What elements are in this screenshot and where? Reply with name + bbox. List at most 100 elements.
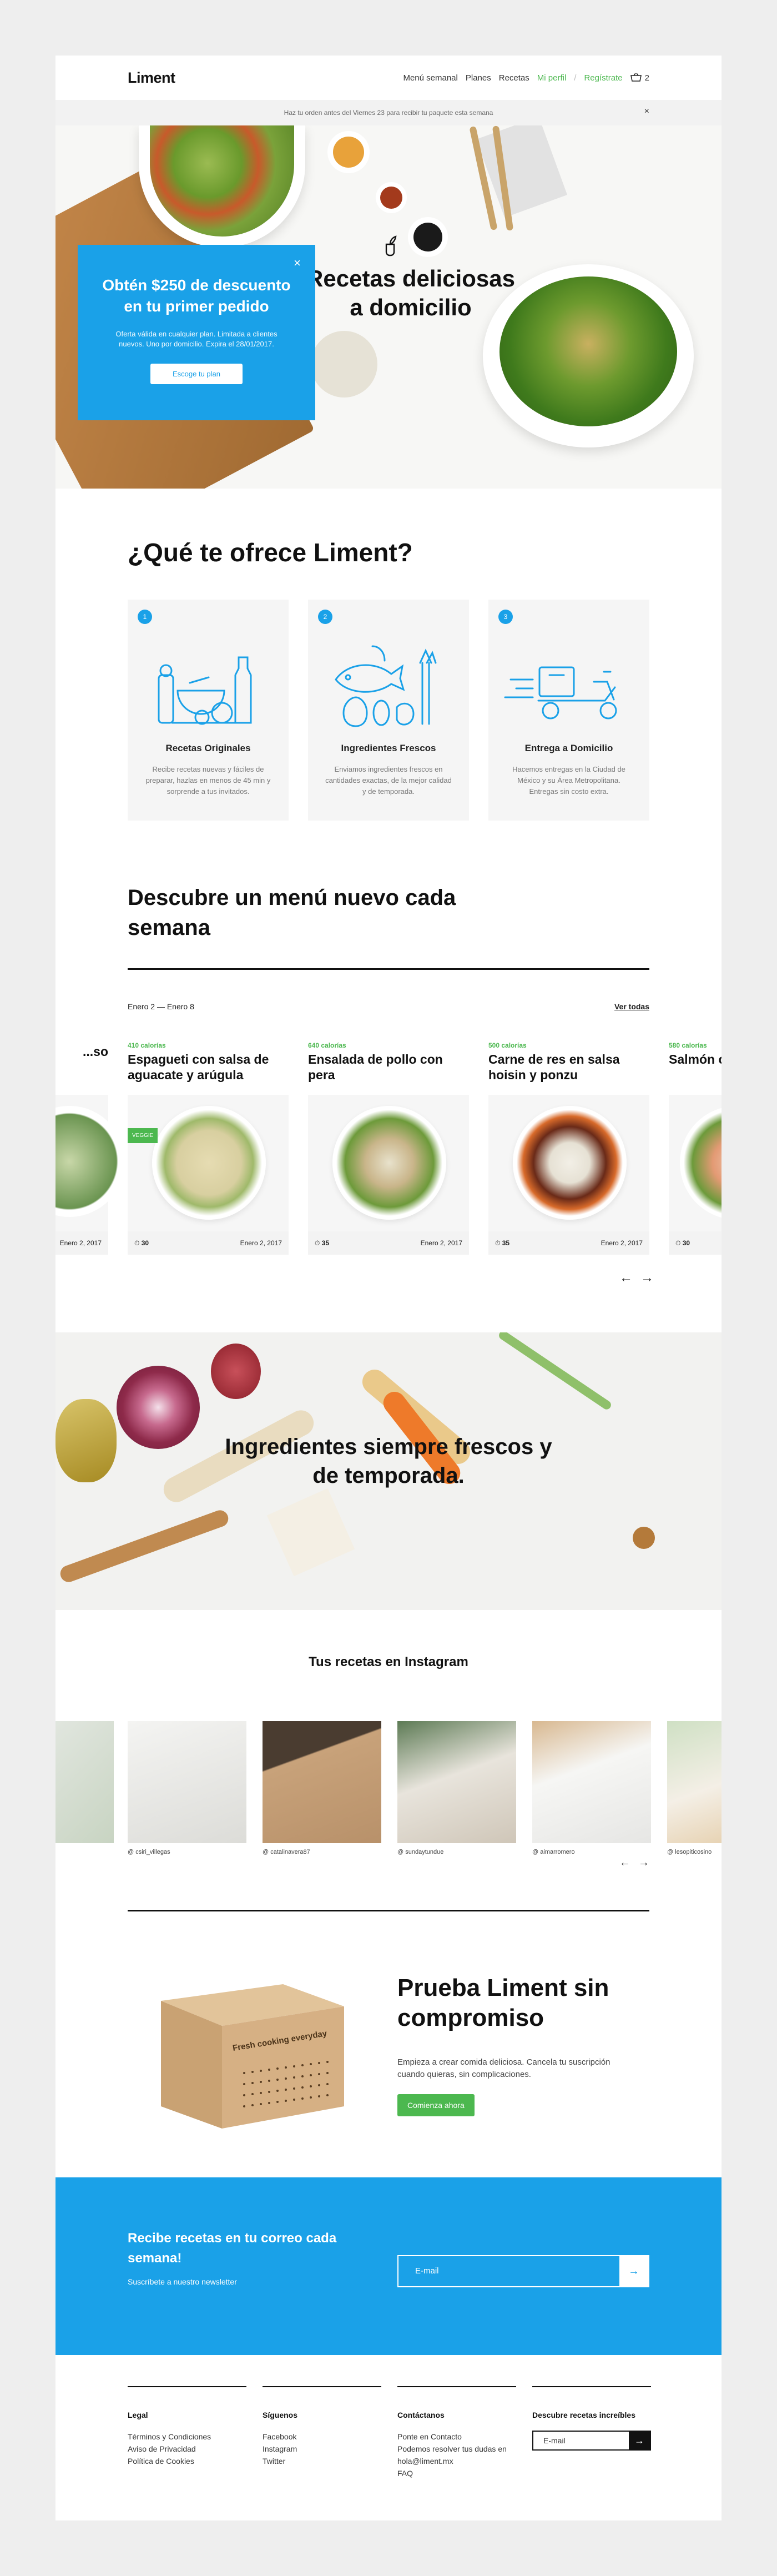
- page: Liment Menú semanal Planes Recetas Mi pe…: [56, 56, 722, 2520]
- recipe-footer: ⏱ 30 Enero 2, 2017: [128, 1231, 289, 1255]
- footer-link[interactable]: Política de Cookies: [128, 2455, 246, 2467]
- cart-icon: [630, 73, 642, 82]
- wooden-spoon-image: [58, 1508, 231, 1584]
- nav-profile[interactable]: Mi perfil: [537, 73, 567, 83]
- footer-link[interactable]: Instagram: [263, 2443, 381, 2455]
- footer-link[interactable]: Aviso de Privacidad: [128, 2443, 246, 2455]
- promo-title: Obtén $250 de descuento en tu primer ped…: [102, 276, 291, 315]
- newsletter-section: Recibe recetas en tu correo cada semana!…: [56, 2177, 722, 2355]
- recipe-footer: ⏱ 30: [669, 1231, 722, 1255]
- instagram-next-button[interactable]: →: [638, 1856, 649, 1869]
- menu-title: Descubre un menú nuevo cada semana: [128, 886, 456, 940]
- instagram-post[interactable]: @ csiri_villegas: [128, 1721, 246, 1855]
- clock-icon: ⏱: [315, 1239, 320, 1247]
- offer-card: 3 Entrega a Domicilio Hacemos entregas e…: [488, 600, 649, 821]
- footer-link[interactable]: Ponte en Contacto: [397, 2431, 516, 2443]
- clock-icon: ⏱: [134, 1239, 140, 1247]
- recipe-time: ⏱ 30: [134, 1239, 149, 1247]
- footer-link[interactable]: Twitter: [263, 2455, 381, 2467]
- site-header: Liment Menú semanal Planes Recetas Mi pe…: [56, 56, 722, 100]
- recipe-footer: ⏱ 35 Enero 2, 2017: [488, 1231, 649, 1255]
- clock-icon: ⏱: [675, 1239, 681, 1247]
- instagram-post[interactable]: @ catalinavera87: [263, 1721, 381, 1855]
- promo-close-button[interactable]: ×: [294, 256, 301, 270]
- recipe-card[interactable]: 410 calorías Espagueti con salsa de agua…: [128, 1042, 289, 1255]
- menu-prev-button[interactable]: ←: [619, 1270, 633, 1286]
- recipe-image: [488, 1095, 649, 1231]
- newsletter-email-input[interactable]: E-mail: [398, 2256, 619, 2286]
- announcement-text: Haz tu orden antes del Viernes 23 para r…: [284, 109, 493, 117]
- recipe-calories: 640 calorías: [308, 1042, 346, 1049]
- delivery-scooter-icon: [504, 666, 617, 720]
- offer-number: 2: [318, 610, 332, 624]
- recipe-card[interactable]: 580 calorías Salmón con ejotes al ⏱ 30: [669, 1042, 722, 1255]
- cooking-utensils-icon: [158, 656, 252, 725]
- nav-recetas[interactable]: Recetas: [499, 73, 529, 83]
- recipe-card[interactable]: 500 calorías Carne de res en salsa hoisi…: [488, 1042, 649, 1255]
- recipe-time: ⏱ 35: [315, 1239, 330, 1247]
- offer-title: Recetas Originales: [165, 743, 251, 753]
- recipe-image: [308, 1095, 469, 1231]
- instagram-post[interactable]: @ lesopiticosino: [667, 1721, 722, 1855]
- instagram-post[interactable]: @ aimarromero: [532, 1721, 651, 1855]
- instagram-photo: [263, 1721, 381, 1843]
- instagram-photo: [532, 1721, 651, 1843]
- recipe-footer: ⏱ 35 Enero 2, 2017: [308, 1231, 469, 1255]
- offers-title: ¿Qué te ofrece Liment?: [128, 538, 413, 567]
- footer-follow: Síguenos Facebook Instagram Twitter: [263, 2386, 381, 2467]
- announcement-close-button[interactable]: ×: [644, 107, 649, 117]
- nav-menu-semanal[interactable]: Menú semanal: [403, 73, 457, 83]
- offer-number: 3: [498, 610, 513, 624]
- recipe-time: ⏱ 30: [675, 1239, 690, 1247]
- promo-popup: × Obtén $250 de descuento en tu primer p…: [78, 245, 315, 420]
- clock-icon: ⏱: [495, 1239, 501, 1247]
- instagram-post[interactable]: [56, 1721, 114, 1849]
- footer-heading: Contáctanos: [397, 2411, 445, 2419]
- footer-link[interactable]: FAQ: [397, 2467, 516, 2479]
- start-now-button[interactable]: Comienza ahora: [397, 2094, 475, 2116]
- recipe-card[interactable]: ...so Enero 2, 2017: [56, 1042, 125, 1255]
- instagram-prev-button[interactable]: ←: [619, 1856, 630, 1869]
- sauce-bowl-image: [380, 187, 402, 209]
- sauce-bowl-image: [333, 137, 364, 168]
- view-all-link[interactable]: Ver todas: [614, 1002, 649, 1011]
- instagram-photo: [56, 1721, 114, 1843]
- instagram-photo: [397, 1721, 516, 1843]
- recipe-calories: 410 calorías: [128, 1042, 166, 1049]
- hazelnut-image: [633, 1527, 655, 1549]
- offer-text: Enviamos ingredientes frescos en cantida…: [325, 765, 452, 796]
- offer-text: Hacemos entregas en la Ciudad de México …: [512, 765, 625, 796]
- instagram-post[interactable]: @ sundaytundue: [397, 1721, 516, 1855]
- onion-image: [211, 1344, 261, 1399]
- section-divider: [128, 1910, 649, 1911]
- recipe-image: [669, 1095, 722, 1231]
- nav-register[interactable]: Regístrate: [584, 73, 622, 83]
- recipe-date: Enero 2, 2017: [240, 1239, 282, 1247]
- instagram-photo: [128, 1721, 246, 1843]
- newsletter-title: Recibe recetas en tu correo cada semana!: [128, 2231, 337, 2266]
- salad-image: [500, 276, 677, 426]
- footer-email-input[interactable]: E-mail: [533, 2432, 629, 2449]
- footer-link[interactable]: Facebook: [263, 2431, 381, 2443]
- promo-choose-plan-button[interactable]: Escoge tu plan: [150, 364, 243, 384]
- footer-email-form: E-mail →: [532, 2431, 651, 2451]
- soy-sauce-bowl-image: [413, 223, 442, 251]
- recipe-card[interactable]: 640 calorías Ensalada de pollo con pera …: [308, 1042, 469, 1255]
- hero: Recetas deliciosas a domicilio × Obtén $…: [56, 125, 722, 489]
- newsletter-submit-button[interactable]: →: [619, 2256, 648, 2286]
- footer-link[interactable]: Términos y Condiciones: [128, 2431, 246, 2443]
- main-nav: Menú semanal Planes Recetas Mi perfil / …: [403, 73, 649, 83]
- fresh-title: Ingredientes siempre frescos y de tempor…: [225, 1435, 552, 1488]
- nav-planes[interactable]: Planes: [466, 73, 491, 83]
- week-end-date: Enero 8: [167, 1002, 194, 1011]
- offer-card: 1 Recetas Originales Recibe recetas nuev…: [128, 600, 289, 821]
- footer-link[interactable]: Podemos resolver tus dudas en hola@limen…: [397, 2443, 516, 2467]
- logo[interactable]: Liment: [128, 69, 175, 87]
- olive-oil-image: [56, 1399, 117, 1482]
- footer-heading: Descubre recetas increíbles: [532, 2411, 635, 2419]
- recipe-name: Espagueti con salsa de aguacate y arúgul…: [128, 1052, 269, 1082]
- cart-button[interactable]: 2: [630, 73, 649, 83]
- recipe-name: Carne de res en salsa hoisin y ponzu: [488, 1052, 620, 1082]
- footer-email-submit-button[interactable]: →: [629, 2432, 650, 2449]
- menu-next-button[interactable]: →: [640, 1270, 654, 1286]
